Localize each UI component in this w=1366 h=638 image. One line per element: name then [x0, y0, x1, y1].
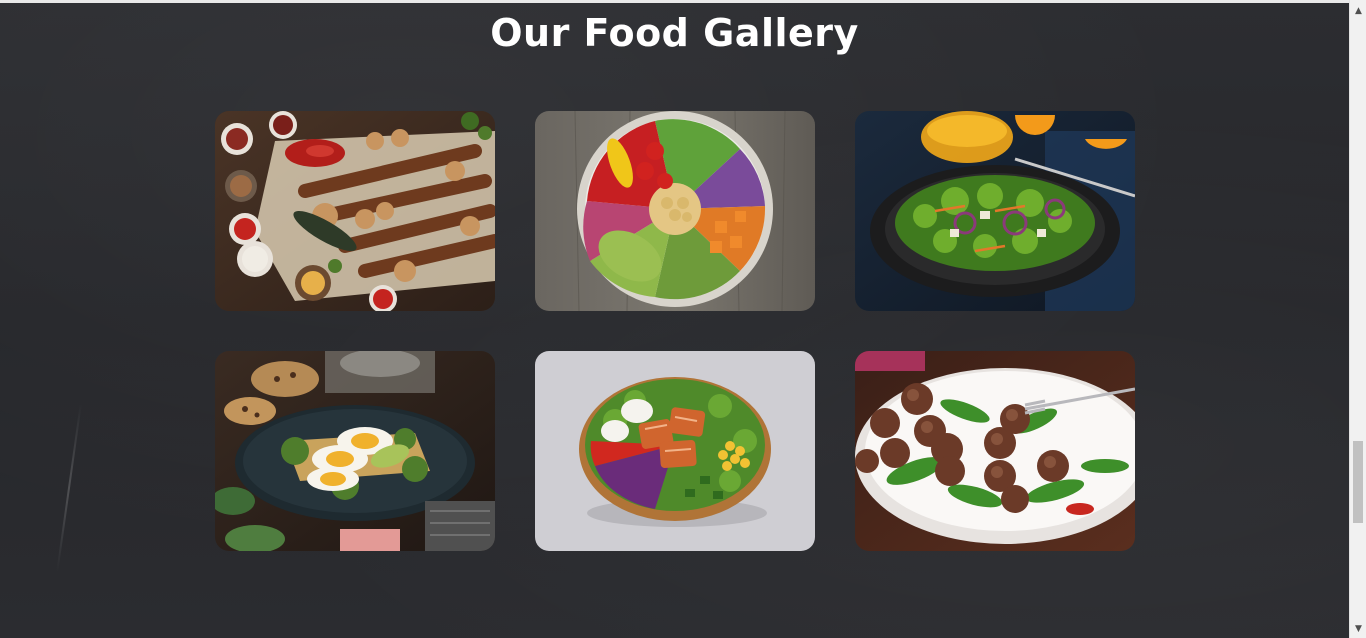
- food-gallery-grid: [215, 111, 1135, 551]
- scroll-up-arrow-icon[interactable]: ▲: [1350, 3, 1366, 20]
- vertical-scrollbar[interactable]: ▲ ▼: [1349, 0, 1366, 638]
- gallery-section: Our Food Gallery: [0, 0, 1349, 638]
- gallery-image-meatballs[interactable]: [855, 351, 1135, 551]
- scroll-down-arrow-icon[interactable]: ▼: [1350, 621, 1366, 638]
- gallery-image-salmon-bowl[interactable]: [535, 351, 815, 551]
- gallery-image-green-salad[interactable]: [855, 111, 1135, 311]
- salmon-bowl-image: [535, 351, 815, 551]
- gallery-image-egg-toast[interactable]: [215, 351, 495, 551]
- gallery-image-kebab-platter[interactable]: [215, 111, 495, 311]
- scrollbar-thumb[interactable]: [1353, 441, 1363, 523]
- meatballs-image: [855, 351, 1135, 551]
- gallery-image-veggie-bowl[interactable]: [535, 111, 815, 311]
- page-title: Our Food Gallery: [490, 11, 859, 55]
- green-salad-image: [855, 111, 1135, 311]
- kebab-platter-image: [215, 111, 495, 311]
- chalk-scratch: [56, 403, 82, 573]
- veggie-bowl-image: [535, 111, 815, 311]
- egg-toast-image: [215, 351, 495, 551]
